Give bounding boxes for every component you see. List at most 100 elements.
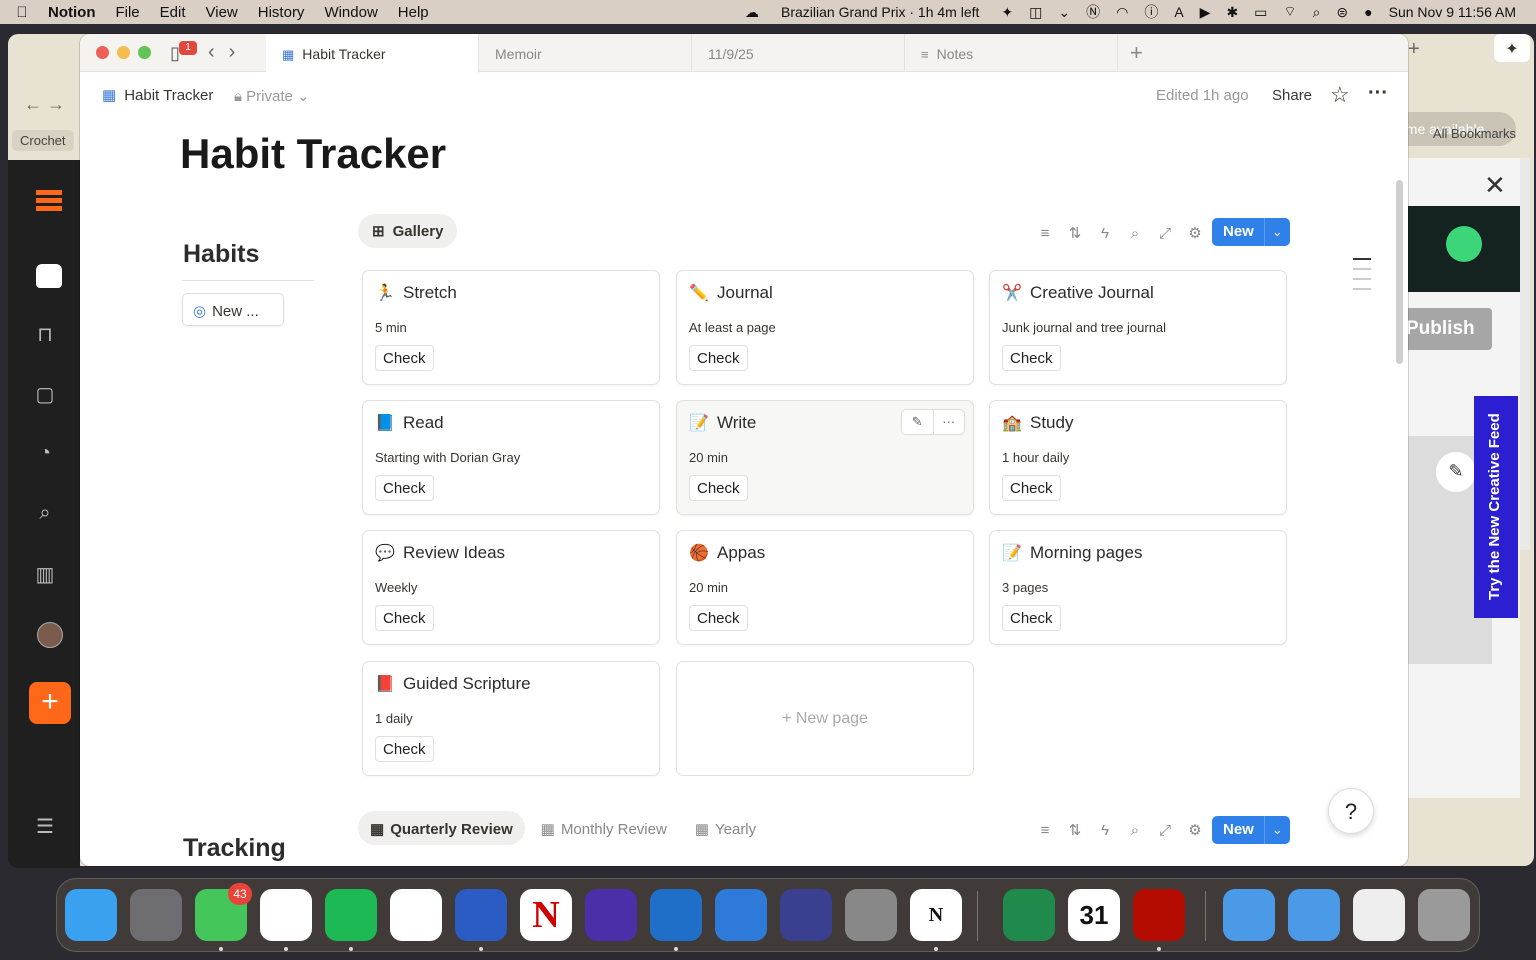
search-icon[interactable]: ⌕ (1120, 822, 1150, 839)
habit-title[interactable]: 🏫 Study (1002, 413, 1073, 433)
arc-menu-icon[interactable]: ◠ (1108, 4, 1136, 21)
tab-memoir[interactable]: Memoir (479, 34, 692, 72)
star-icon[interactable]: ☆ (1330, 82, 1350, 108)
dock-nebraska-icon[interactable]: N (520, 889, 572, 941)
inbox-icon[interactable]: ⊓ (32, 322, 58, 348)
privacy-dropdown[interactable]: 🔒︎ Private ⌄ (234, 87, 310, 105)
dock-downloads-icon[interactable] (1288, 889, 1340, 941)
cloud-icon[interactable]: ☁ (737, 4, 767, 21)
control-center-icon[interactable]: ⊜ (1328, 4, 1356, 21)
habit-title[interactable]: 📝 Write (689, 413, 756, 433)
menu-icon[interactable]: ☰ (32, 814, 58, 840)
tab-quarterly-review[interactable]: ▦ Quarterly Review (358, 811, 525, 845)
apple-menu-icon[interactable]:  (0, 4, 44, 21)
new-label[interactable]: New (1212, 218, 1264, 246)
home-icon[interactable] (36, 264, 62, 288)
habit-title[interactable]: 💬 Review Ideas (375, 543, 505, 563)
new-tab-icon[interactable]: + (1408, 38, 1420, 61)
habit-card[interactable]: 💬 Review Ideas Weekly Check (362, 530, 660, 645)
habit-card[interactable]: 📘 Read Starting with Dorian Gray Check (362, 400, 660, 515)
all-bookmarks-link[interactable]: All Bookmarks (1433, 126, 1516, 141)
chevron-down-icon[interactable]: ⌄ (1263, 218, 1290, 246)
habit-title[interactable]: 📕 Guided Scripture (375, 674, 531, 694)
expand-icon[interactable]: ⤢ (1150, 822, 1180, 839)
check-button[interactable]: Check (375, 736, 434, 762)
page-title[interactable]: Habit Tracker (180, 130, 446, 178)
check-button[interactable]: Check (689, 345, 748, 371)
dock-finder-icon[interactable] (65, 889, 117, 941)
chat-icon[interactable]: ▢ (32, 382, 58, 408)
tab-monthly-review[interactable]: ▦ Monthly Review (529, 811, 679, 845)
notion-menu-icon[interactable]: Ⓝ (1078, 2, 1108, 22)
sort-icon[interactable]: ⇅ (1060, 224, 1090, 242)
page-outline[interactable] (1353, 258, 1371, 298)
creative-feed-tab[interactable]: Try the New Creative Feed (1474, 396, 1518, 618)
sparkle-icon[interactable]: ✦ (993, 4, 1021, 21)
more-options-icon[interactable]: ··· (934, 410, 965, 434)
dock-word-icon[interactable] (455, 889, 507, 951)
now-playing-status[interactable]: Brazilian Grand Prix · 1h 4m left (767, 4, 993, 20)
check-button[interactable]: Check (1002, 605, 1061, 631)
view-tab-gallery[interactable]: ⊞ Gallery (358, 214, 458, 248)
check-button[interactable]: Check (375, 345, 434, 371)
habit-card[interactable]: 🏃 Stretch 5 min Check (362, 270, 660, 385)
settings-icon[interactable]: ⚙ (1180, 821, 1210, 839)
habit-title[interactable]: 🏃 Stretch (375, 283, 457, 303)
habit-card[interactable]: 📝 Morning pages 3 pages Check (989, 530, 1287, 645)
new-page-card[interactable]: + New page (676, 661, 974, 776)
history-nav-arrows[interactable]: ‹› (208, 41, 249, 64)
check-button[interactable]: Check (1002, 475, 1061, 501)
dock-trash-icon[interactable] (1418, 889, 1470, 941)
check-button[interactable]: Check (375, 605, 434, 631)
habit-title[interactable]: 🏀 Appas (689, 543, 765, 563)
dock-obsidian-icon[interactable] (585, 889, 637, 941)
habit-card[interactable]: 📕 Guided Scripture 1 daily Check (362, 661, 660, 776)
play-icon[interactable]: ▶ (1192, 4, 1219, 21)
new-label[interactable]: New (1212, 816, 1264, 844)
avatar[interactable] (37, 622, 63, 648)
habit-title[interactable]: ✏️ Journal (689, 283, 773, 303)
expand-icon[interactable]: ⤢ (1150, 225, 1180, 242)
dock-excel-icon[interactable] (1003, 889, 1055, 941)
new-entry-button[interactable]: New ⌄ (1212, 218, 1290, 246)
assistant-sparkle-icon[interactable]: ✦ (1494, 34, 1530, 62)
breadcrumb[interactable]: ▦ Habit Tracker (102, 86, 213, 104)
menu-edit[interactable]: Edit (150, 4, 196, 21)
menu-view[interactable]: View (196, 4, 248, 21)
automation-icon[interactable]: ϟ (1090, 822, 1120, 839)
menu-history[interactable]: History (248, 4, 315, 21)
dock-outlook-icon[interactable] (650, 889, 702, 951)
habit-card[interactable]: 🏀 Appas 20 min Check (676, 530, 974, 645)
publish-button[interactable]: Publish (1398, 308, 1492, 350)
chevron-down-icon[interactable]: ⌄ (1263, 816, 1290, 844)
dock-spotify-icon[interactable] (325, 889, 377, 951)
outlook-menu-icon[interactable]: ◫ (1021, 4, 1050, 21)
dock-calendar-icon[interactable]: 31 (1068, 889, 1120, 941)
dock-chrome-icon[interactable] (260, 889, 312, 951)
dock-applications-icon[interactable] (1223, 889, 1275, 941)
sort-icon[interactable]: ⇅ (1060, 821, 1090, 839)
tab-date[interactable]: 11/9/25 (692, 34, 905, 72)
bell-icon[interactable]: ◔ (32, 442, 58, 468)
edit-icon[interactable]: ✎ (902, 410, 934, 434)
dock-screenshot-icon[interactable] (1353, 889, 1405, 941)
scrollbar[interactable] (1396, 180, 1403, 364)
app-menu-notion[interactable]: Notion (44, 4, 105, 21)
habit-card[interactable]: ✏️ Journal At least a page Check (676, 270, 974, 385)
siri-icon[interactable]: ● (1356, 4, 1380, 20)
new-tab-button[interactable]: + (1130, 40, 1143, 66)
pencil-icon[interactable]: ✎ (1436, 452, 1476, 492)
tab-notes[interactable]: ≡ Notes (905, 34, 1118, 72)
battery-icon[interactable]: ▭ (1246, 4, 1275, 21)
dock-system-settings-icon[interactable] (130, 889, 182, 941)
menu-window[interactable]: Window (314, 4, 387, 21)
menu-help[interactable]: Help (388, 4, 439, 21)
dock-notion-icon[interactable]: N (910, 889, 962, 951)
tab-yearly[interactable]: ▦ Yearly (683, 811, 768, 845)
search-icon[interactable]: ⌕ (1120, 225, 1150, 242)
more-options-icon[interactable]: ··· (1368, 82, 1388, 105)
close-window-button[interactable] (96, 46, 109, 59)
automation-icon[interactable]: ϟ (1090, 225, 1120, 242)
check-button[interactable]: Check (375, 475, 434, 501)
tab-habit-tracker[interactable]: ▦ Habit Tracker (266, 34, 479, 73)
